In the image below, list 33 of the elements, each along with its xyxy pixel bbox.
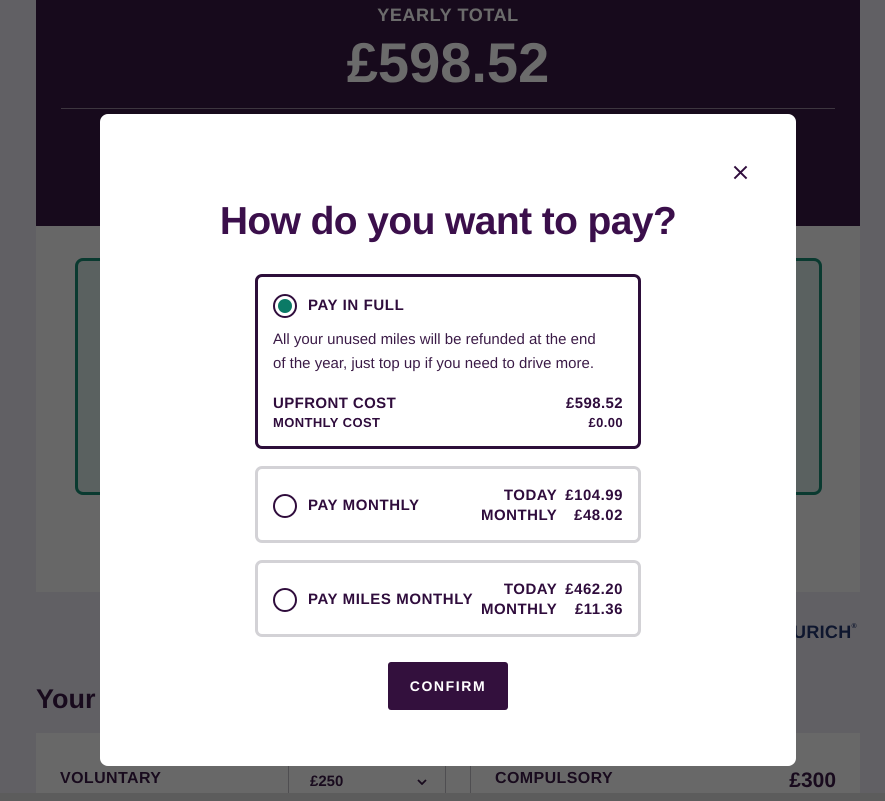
cost-label: UPFRONT COST (273, 394, 396, 414)
payment-option[interactable]: PAY MILES MONTHLY TODAY £462.20 MONTHLY £11.36 (255, 560, 641, 637)
radio-button[interactable] (273, 588, 297, 612)
cost-label: MONTHLY COST (273, 414, 380, 432)
dialog-title: How do you want to pay? (220, 199, 676, 245)
chevron-down-icon (417, 779, 427, 785)
cost-value: £598.52 (566, 394, 623, 414)
price-value: £462.20 (565, 580, 623, 600)
radio-button[interactable] (273, 294, 297, 318)
payment-option[interactable]: PAY MONTHLY TODAY £104.99 MONTHLY £48.02 (255, 466, 641, 543)
price-label: TODAY (504, 580, 558, 600)
total-amount: £598.52 (346, 30, 550, 96)
radio-button[interactable] (273, 494, 297, 518)
total-label: YEARLY TOTAL (376, 4, 520, 26)
price-label: MONTHLY (480, 600, 558, 620)
payment-option[interactable]: PAY IN FULL All your unused miles will be refunded at the end of the year, just top up if you need to drive more. UPFRONT COST £598.52 MONTHLY COST £0.00 (255, 274, 641, 449)
option-label: PAY IN FULL (308, 296, 404, 316)
excess-label: VOLUNTARY (60, 769, 162, 789)
price-label: TODAY (504, 486, 558, 506)
close-button[interactable] (733, 165, 748, 180)
excess-label: COMPULSORY (495, 769, 614, 789)
option-label: PAY MONTHLY (308, 496, 421, 516)
price-value: £104.99 (565, 486, 623, 506)
price-value: £48.02 (574, 506, 623, 526)
price-label: MONTHLY (480, 506, 558, 526)
option-description: All your unused miles will be refunded at the end of the year, just top up if you need to drive more. (273, 330, 597, 374)
close-icon (733, 165, 748, 180)
section-heading: Your (36, 683, 96, 715)
excess-value: £300 (789, 769, 836, 793)
option-label: PAY MILES MONTHLY (308, 590, 474, 610)
cost-value: £0.00 (588, 414, 623, 432)
price-value: £11.36 (574, 600, 623, 620)
confirm-button[interactable]: CONFIRM (388, 662, 508, 710)
